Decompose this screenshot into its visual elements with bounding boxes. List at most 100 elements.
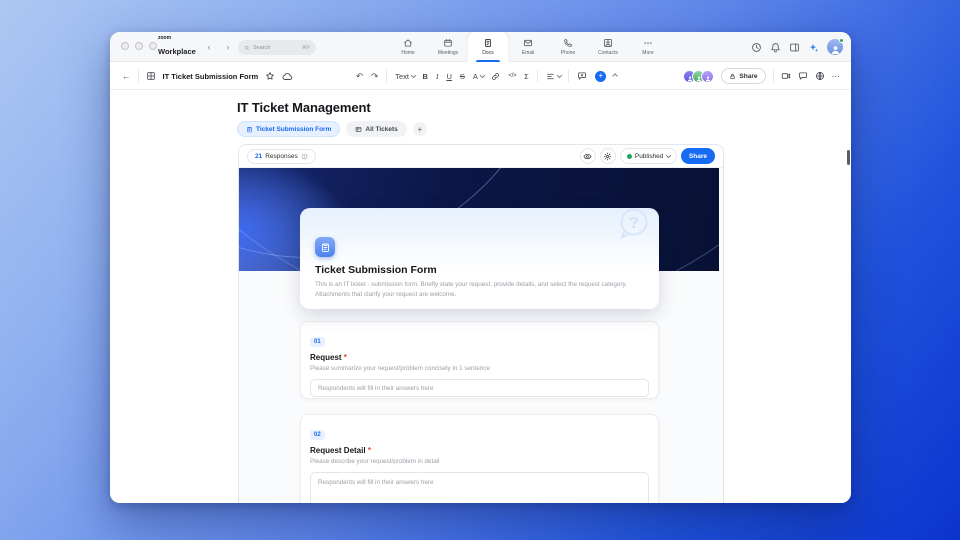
nav-label: Phone xyxy=(561,50,575,56)
maximize-window-button[interactable] xyxy=(149,42,157,50)
underline-button[interactable]: U xyxy=(446,72,451,81)
redo-button[interactable]: ↷ xyxy=(371,71,378,82)
global-search-input[interactable]: Search ⌘F xyxy=(238,40,316,55)
formula-button[interactable]: Σ xyxy=(524,72,529,81)
form-share-button[interactable]: Share xyxy=(681,148,715,164)
nav-tab-home[interactable]: Home xyxy=(388,32,428,62)
online-status-dot xyxy=(839,38,844,43)
chat-bubble-icon[interactable] xyxy=(798,71,808,81)
preview-eye-button[interactable] xyxy=(580,148,596,164)
nav-tab-meetings[interactable]: Meetings xyxy=(428,32,468,62)
tab-label: Ticket Submission Form xyxy=(256,126,331,133)
form-preview-frame: 21 Responses Published xyxy=(238,144,724,503)
collaborator-avatars[interactable] xyxy=(683,70,714,83)
scrollbar-thumb[interactable] xyxy=(847,150,850,165)
back-button[interactable]: ← xyxy=(122,71,131,81)
clipboard-icon xyxy=(315,237,335,257)
user-avatar[interactable] xyxy=(827,39,843,55)
required-asterisk: * xyxy=(368,446,371,455)
tab-ticket-submission-form[interactable]: Ticket Submission Form xyxy=(237,121,340,137)
doc-share-button[interactable]: Share xyxy=(721,68,765,84)
align-left-icon xyxy=(546,72,555,81)
sidebar-panel-icon[interactable] xyxy=(789,42,800,53)
gear-icon xyxy=(603,152,612,161)
video-camera-icon[interactable] xyxy=(781,71,791,81)
cloud-saved-icon[interactable] xyxy=(282,71,293,82)
comment-icon[interactable] xyxy=(577,71,587,81)
text-style-dropdown[interactable]: Text xyxy=(395,72,414,81)
form-title: Ticket Submission Form xyxy=(315,264,437,276)
responses-button[interactable]: 21 Responses xyxy=(247,149,316,164)
desktop-background: zoom Workplace ‹ › Search ⌘F Home Meetin… xyxy=(0,0,960,540)
tab-all-tickets[interactable]: All Tickets xyxy=(346,121,406,137)
home-icon xyxy=(403,38,413,48)
responses-count: 21 xyxy=(255,153,262,160)
history-forward-button[interactable]: › xyxy=(221,40,235,54)
answer-textarea[interactable] xyxy=(310,472,649,503)
tab-label: All Tickets xyxy=(365,126,397,133)
form-description: This is an IT ticket - submission form. … xyxy=(315,280,645,299)
collapse-toolbar-button[interactable] xyxy=(613,74,618,79)
divider xyxy=(386,70,387,82)
notifications-bell-icon[interactable] xyxy=(770,42,781,53)
strikethrough-button[interactable]: S xyxy=(460,72,465,81)
divider xyxy=(773,70,774,82)
question-number-badge: 01 xyxy=(310,337,325,347)
eye-icon xyxy=(583,152,592,161)
ai-companion-sparkle-icon[interactable] xyxy=(808,42,819,53)
logo-zoom-text: zoom xyxy=(158,36,196,41)
zoom-workplace-logo: zoom Workplace xyxy=(158,36,196,58)
titlebar-right-controls xyxy=(751,32,843,62)
nav-tab-phone[interactable]: Phone xyxy=(548,32,588,62)
link-icon[interactable] xyxy=(491,72,500,81)
italic-button[interactable]: I xyxy=(436,72,439,81)
page-title: IT Ticket Management xyxy=(237,100,371,115)
form-settings-button[interactable] xyxy=(600,148,616,164)
bold-button[interactable]: B xyxy=(423,72,428,81)
form-hero-card: ? Ticket Submission Form This is an IT t… xyxy=(300,208,659,309)
app-navigation: Home Meetings Docs Email Phone xyxy=(388,32,668,62)
globe-icon[interactable] xyxy=(815,71,825,81)
nav-tab-more[interactable]: More xyxy=(628,32,668,62)
favorite-star-icon[interactable] xyxy=(265,71,275,81)
chevron-down-icon xyxy=(666,153,671,158)
nav-label: Home xyxy=(401,50,414,56)
document-tabs: Ticket Submission Form All Tickets + xyxy=(237,121,427,137)
publish-status-dropdown[interactable]: Published xyxy=(620,148,677,164)
nav-tab-contacts[interactable]: Contacts xyxy=(588,32,628,62)
minimize-window-button[interactable] xyxy=(135,42,143,50)
zoom-workplace-window: zoom Workplace ‹ › Search ⌘F Home Meetin… xyxy=(110,32,851,503)
divider xyxy=(537,70,538,82)
divider xyxy=(138,70,139,82)
code-block-button[interactable]: </> xyxy=(508,73,516,79)
mail-icon xyxy=(523,38,533,48)
answer-input[interactable] xyxy=(310,379,649,397)
logo-workplace-text: Workplace xyxy=(158,47,196,56)
search-icon xyxy=(244,45,250,51)
chevron-down-icon xyxy=(411,73,416,78)
question-number-badge: 02 xyxy=(310,430,325,440)
question-bubble-decor-icon: ? xyxy=(615,208,651,243)
calendar-icon xyxy=(443,38,453,48)
alignment-dropdown[interactable] xyxy=(546,72,561,81)
docs-home-grid-icon[interactable] xyxy=(146,71,156,81)
nav-tab-email[interactable]: Email xyxy=(508,32,548,62)
add-tab-button[interactable]: + xyxy=(413,122,427,136)
more-options-button[interactable]: ⋯ xyxy=(832,71,841,82)
insert-block-button[interactable]: + xyxy=(595,71,606,82)
nav-tab-docs[interactable]: Docs xyxy=(468,32,508,62)
question-title: Request * xyxy=(310,353,649,362)
document-toolbar: ← IT Ticket Submission Form ↶ ↷ Text B I… xyxy=(110,62,851,90)
history-clock-icon[interactable] xyxy=(751,42,762,53)
nav-label: Docs xyxy=(482,50,493,56)
undo-button[interactable]: ↶ xyxy=(356,71,363,82)
nav-label: Email xyxy=(522,50,535,56)
share-label: Share xyxy=(739,73,757,80)
history-back-button[interactable]: ‹ xyxy=(202,40,216,54)
close-window-button[interactable] xyxy=(121,42,129,50)
formatting-toolbar: ↶ ↷ Text B I U S A </> Σ + xyxy=(356,62,618,90)
font-color-dropdown[interactable]: A xyxy=(473,72,484,81)
search-placeholder: Search xyxy=(253,45,270,51)
chevron-down-icon xyxy=(557,73,562,78)
question-card-2: 02 Request Detail * Please describe your… xyxy=(300,414,659,503)
